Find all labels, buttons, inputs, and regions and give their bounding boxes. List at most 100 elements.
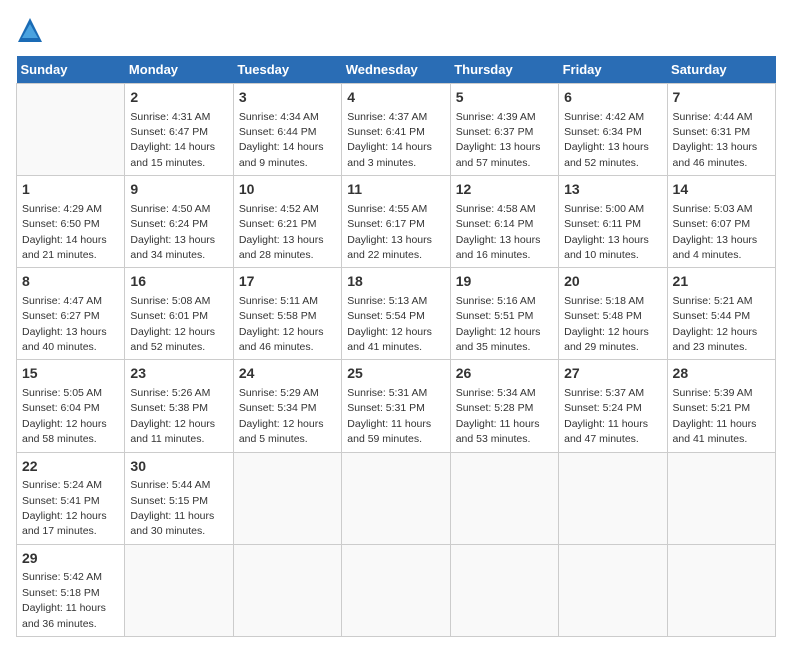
day-info: Sunrise: 5:26 AMSunset: 5:38 PMDaylight:… xyxy=(130,387,215,445)
calendar-cell xyxy=(233,452,341,544)
calendar-cell xyxy=(559,452,667,544)
day-info: Sunrise: 5:24 AMSunset: 5:41 PMDaylight:… xyxy=(22,479,107,537)
day-info: Sunrise: 5:03 AMSunset: 6:07 PMDaylight:… xyxy=(673,203,758,261)
calendar-cell: 7 Sunrise: 4:44 AMSunset: 6:31 PMDayligh… xyxy=(667,84,775,176)
calendar-cell: 19 Sunrise: 5:16 AMSunset: 5:51 PMDaylig… xyxy=(450,268,558,360)
day-number: 28 xyxy=(673,364,770,384)
logo-icon xyxy=(16,16,44,44)
calendar-cell: 22 Sunrise: 5:24 AMSunset: 5:41 PMDaylig… xyxy=(17,452,125,544)
week-row-2: 1 Sunrise: 4:29 AMSunset: 6:50 PMDayligh… xyxy=(17,176,776,268)
day-number: 12 xyxy=(456,180,553,200)
calendar-cell xyxy=(667,452,775,544)
calendar-cell: 11 Sunrise: 4:55 AMSunset: 6:17 PMDaylig… xyxy=(342,176,450,268)
calendar-cell: 29 Sunrise: 5:42 AMSunset: 5:18 PMDaylig… xyxy=(17,544,125,636)
day-info: Sunrise: 5:42 AMSunset: 5:18 PMDaylight:… xyxy=(22,571,106,629)
day-number: 4 xyxy=(347,88,444,108)
calendar-cell: 26 Sunrise: 5:34 AMSunset: 5:28 PMDaylig… xyxy=(450,360,558,452)
day-number: 6 xyxy=(564,88,661,108)
day-info: Sunrise: 4:37 AMSunset: 6:41 PMDaylight:… xyxy=(347,111,432,169)
col-header-saturday: Saturday xyxy=(667,56,775,84)
day-info: Sunrise: 5:16 AMSunset: 5:51 PMDaylight:… xyxy=(456,295,541,353)
day-number: 16 xyxy=(130,272,227,292)
day-info: Sunrise: 5:05 AMSunset: 6:04 PMDaylight:… xyxy=(22,387,107,445)
calendar-cell: 27 Sunrise: 5:37 AMSunset: 5:24 PMDaylig… xyxy=(559,360,667,452)
calendar-cell: 17 Sunrise: 5:11 AMSunset: 5:58 PMDaylig… xyxy=(233,268,341,360)
day-info: Sunrise: 5:11 AMSunset: 5:58 PMDaylight:… xyxy=(239,295,324,353)
calendar-cell xyxy=(342,544,450,636)
day-info: Sunrise: 5:00 AMSunset: 6:11 PMDaylight:… xyxy=(564,203,649,261)
day-number: 17 xyxy=(239,272,336,292)
day-number: 18 xyxy=(347,272,444,292)
day-number: 11 xyxy=(347,180,444,200)
col-header-tuesday: Tuesday xyxy=(233,56,341,84)
day-info: Sunrise: 4:42 AMSunset: 6:34 PMDaylight:… xyxy=(564,111,649,169)
calendar-cell: 13 Sunrise: 5:00 AMSunset: 6:11 PMDaylig… xyxy=(559,176,667,268)
day-info: Sunrise: 5:13 AMSunset: 5:54 PMDaylight:… xyxy=(347,295,432,353)
col-header-sunday: Sunday xyxy=(17,56,125,84)
week-row-4: 15 Sunrise: 5:05 AMSunset: 6:04 PMDaylig… xyxy=(17,360,776,452)
day-info: Sunrise: 5:31 AMSunset: 5:31 PMDaylight:… xyxy=(347,387,431,445)
day-number: 13 xyxy=(564,180,661,200)
calendar-cell: 21 Sunrise: 5:21 AMSunset: 5:44 PMDaylig… xyxy=(667,268,775,360)
day-number: 25 xyxy=(347,364,444,384)
day-number: 8 xyxy=(22,272,119,292)
calendar-cell: 12 Sunrise: 4:58 AMSunset: 6:14 PMDaylig… xyxy=(450,176,558,268)
calendar-cell: 1 Sunrise: 4:29 AMSunset: 6:50 PMDayligh… xyxy=(17,176,125,268)
day-number: 30 xyxy=(130,457,227,477)
calendar-cell: 2 Sunrise: 4:31 AMSunset: 6:47 PMDayligh… xyxy=(125,84,233,176)
day-info: Sunrise: 5:44 AMSunset: 5:15 PMDaylight:… xyxy=(130,479,214,537)
day-info: Sunrise: 5:18 AMSunset: 5:48 PMDaylight:… xyxy=(564,295,649,353)
week-row-1: 2 Sunrise: 4:31 AMSunset: 6:47 PMDayligh… xyxy=(17,84,776,176)
week-row-5: 22 Sunrise: 5:24 AMSunset: 5:41 PMDaylig… xyxy=(17,452,776,544)
calendar-cell xyxy=(125,544,233,636)
day-number: 21 xyxy=(673,272,770,292)
col-header-wednesday: Wednesday xyxy=(342,56,450,84)
day-info: Sunrise: 4:47 AMSunset: 6:27 PMDaylight:… xyxy=(22,295,107,353)
calendar-cell: 14 Sunrise: 5:03 AMSunset: 6:07 PMDaylig… xyxy=(667,176,775,268)
day-number: 5 xyxy=(456,88,553,108)
col-header-thursday: Thursday xyxy=(450,56,558,84)
week-row-6: 29 Sunrise: 5:42 AMSunset: 5:18 PMDaylig… xyxy=(17,544,776,636)
day-info: Sunrise: 4:39 AMSunset: 6:37 PMDaylight:… xyxy=(456,111,541,169)
day-info: Sunrise: 4:55 AMSunset: 6:17 PMDaylight:… xyxy=(347,203,432,261)
day-info: Sunrise: 5:34 AMSunset: 5:28 PMDaylight:… xyxy=(456,387,540,445)
day-number: 29 xyxy=(22,549,119,569)
day-number: 22 xyxy=(22,457,119,477)
calendar-cell: 5 Sunrise: 4:39 AMSunset: 6:37 PMDayligh… xyxy=(450,84,558,176)
day-number: 9 xyxy=(130,180,227,200)
calendar-cell: 6 Sunrise: 4:42 AMSunset: 6:34 PMDayligh… xyxy=(559,84,667,176)
logo xyxy=(16,16,48,44)
calendar-cell: 3 Sunrise: 4:34 AMSunset: 6:44 PMDayligh… xyxy=(233,84,341,176)
week-row-3: 8 Sunrise: 4:47 AMSunset: 6:27 PMDayligh… xyxy=(17,268,776,360)
day-info: Sunrise: 4:31 AMSunset: 6:47 PMDaylight:… xyxy=(130,111,215,169)
day-info: Sunrise: 4:29 AMSunset: 6:50 PMDaylight:… xyxy=(22,203,107,261)
page-header xyxy=(16,16,776,44)
day-info: Sunrise: 4:44 AMSunset: 6:31 PMDaylight:… xyxy=(673,111,758,169)
day-number: 1 xyxy=(22,180,119,200)
day-info: Sunrise: 5:21 AMSunset: 5:44 PMDaylight:… xyxy=(673,295,758,353)
day-number: 26 xyxy=(456,364,553,384)
calendar-cell: 30 Sunrise: 5:44 AMSunset: 5:15 PMDaylig… xyxy=(125,452,233,544)
day-number: 14 xyxy=(673,180,770,200)
calendar-cell xyxy=(233,544,341,636)
calendar-cell: 25 Sunrise: 5:31 AMSunset: 5:31 PMDaylig… xyxy=(342,360,450,452)
day-number: 20 xyxy=(564,272,661,292)
calendar-cell xyxy=(450,544,558,636)
col-header-monday: Monday xyxy=(125,56,233,84)
day-number: 3 xyxy=(239,88,336,108)
day-info: Sunrise: 4:58 AMSunset: 6:14 PMDaylight:… xyxy=(456,203,541,261)
calendar-cell: 28 Sunrise: 5:39 AMSunset: 5:21 PMDaylig… xyxy=(667,360,775,452)
calendar-cell: 24 Sunrise: 5:29 AMSunset: 5:34 PMDaylig… xyxy=(233,360,341,452)
col-header-friday: Friday xyxy=(559,56,667,84)
calendar-cell: 20 Sunrise: 5:18 AMSunset: 5:48 PMDaylig… xyxy=(559,268,667,360)
calendar-cell: 9 Sunrise: 4:50 AMSunset: 6:24 PMDayligh… xyxy=(125,176,233,268)
day-number: 24 xyxy=(239,364,336,384)
day-info: Sunrise: 5:37 AMSunset: 5:24 PMDaylight:… xyxy=(564,387,648,445)
day-number: 27 xyxy=(564,364,661,384)
calendar-cell: 10 Sunrise: 4:52 AMSunset: 6:21 PMDaylig… xyxy=(233,176,341,268)
day-info: Sunrise: 4:50 AMSunset: 6:24 PMDaylight:… xyxy=(130,203,215,261)
day-info: Sunrise: 4:34 AMSunset: 6:44 PMDaylight:… xyxy=(239,111,324,169)
calendar-cell: 23 Sunrise: 5:26 AMSunset: 5:38 PMDaylig… xyxy=(125,360,233,452)
calendar-cell: 4 Sunrise: 4:37 AMSunset: 6:41 PMDayligh… xyxy=(342,84,450,176)
calendar-cell: 18 Sunrise: 5:13 AMSunset: 5:54 PMDaylig… xyxy=(342,268,450,360)
